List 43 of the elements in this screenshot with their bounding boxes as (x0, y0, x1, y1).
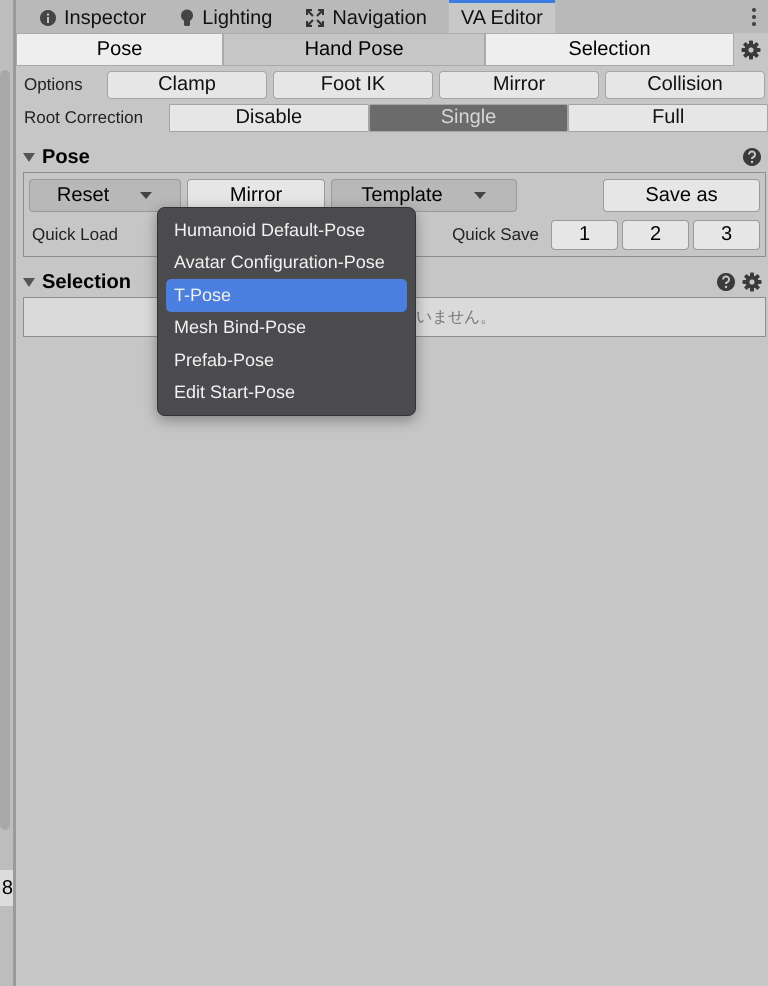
quick-load-label: Quick Load (31, 224, 119, 244)
dropdown-button[interactable]: Reset (29, 179, 181, 212)
options-label: Options (23, 74, 84, 94)
info-icon (40, 10, 56, 26)
help-icon[interactable] (716, 272, 736, 292)
cell-value: 8 (2, 876, 13, 900)
panel-tab[interactable]: VA Editor (448, 0, 555, 33)
lightbulb-icon (180, 9, 194, 27)
segment-option[interactable]: Full (568, 104, 768, 132)
save-slot-button[interactable]: 3 (693, 220, 760, 250)
option-toggle[interactable]: Collision (605, 70, 765, 98)
menu-item[interactable]: Edit Start-Pose (166, 376, 407, 409)
panel-tab[interactable]: Navigation (294, 0, 439, 33)
settings-icon[interactable] (741, 40, 761, 60)
menu-item[interactable]: Humanoid Default-Pose (166, 214, 407, 246)
mode-toggle[interactable]: Hand Pose (223, 33, 486, 66)
settings-icon[interactable] (742, 272, 762, 292)
save-slot-button[interactable]: 1 (551, 220, 618, 250)
mode-toggle[interactable]: Pose (16, 33, 224, 66)
dropdown-button[interactable]: Template (331, 179, 517, 212)
option-toggle[interactable]: Clamp (107, 70, 267, 98)
menu-item[interactable]: Prefab-Pose (166, 344, 407, 376)
mode-toggle[interactable]: Selection (485, 33, 734, 66)
section-title: Pose (42, 146, 90, 168)
navigation-icon (306, 9, 324, 27)
root-correction-label: Root Correction (23, 108, 144, 128)
disclosure-triangle-icon[interactable] (22, 151, 36, 163)
menu-item[interactable]: Avatar Configuration-Pose (166, 246, 407, 279)
more-options-icon[interactable] (752, 8, 756, 26)
quick-save-label: Quick Save (451, 224, 540, 244)
section-title: Selection (42, 270, 131, 294)
caret-icon (139, 191, 154, 200)
caret-icon (472, 191, 487, 200)
option-toggle[interactable]: Foot IK (273, 70, 433, 98)
panel-tab[interactable]: Inspector (28, 0, 158, 33)
option-toggle[interactable]: Mirror (439, 70, 599, 98)
disclosure-triangle-icon[interactable] (22, 276, 36, 288)
panel-tab[interactable]: Lighting (168, 0, 284, 33)
save-slot-button[interactable]: 2 (622, 220, 689, 250)
help-icon[interactable] (742, 147, 762, 167)
segment-option[interactable]: Single (368, 104, 568, 132)
segment-option[interactable]: Disable (169, 104, 369, 132)
action-button[interactable]: Save as (603, 179, 760, 212)
